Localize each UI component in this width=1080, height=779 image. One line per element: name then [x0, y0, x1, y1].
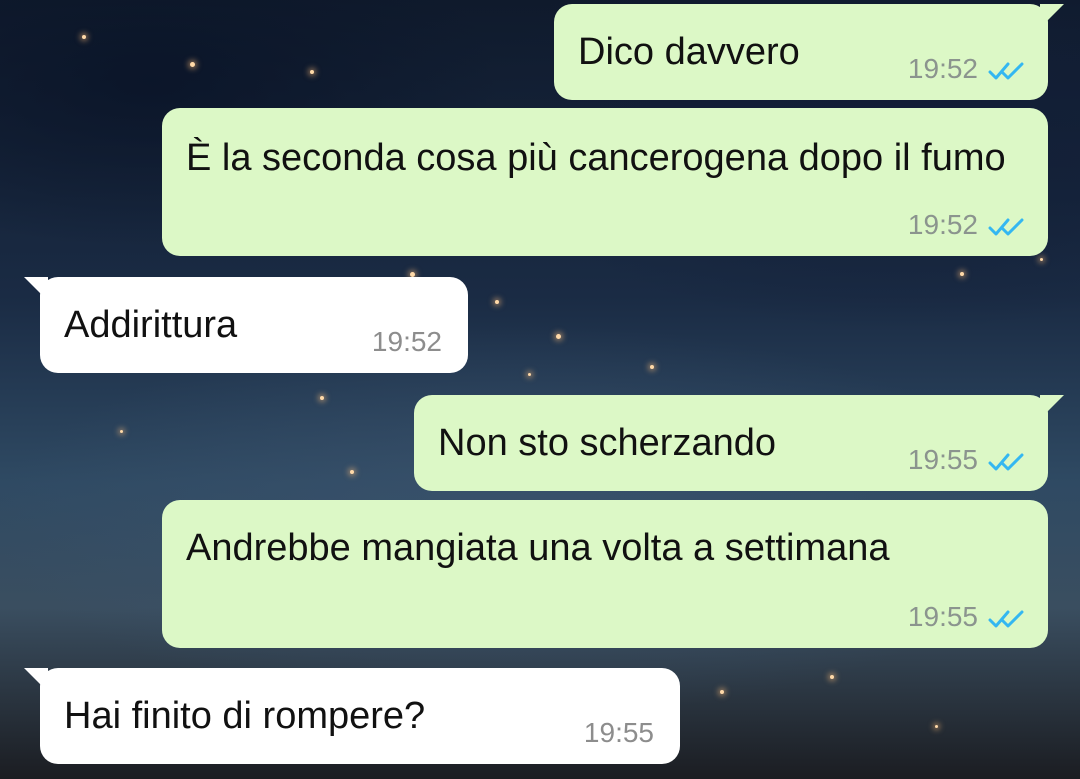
message-text: Dico davvero	[578, 31, 800, 73]
message-bubble-outgoing[interactable]: È la seconda cosa più cancerogena dopo i…	[162, 108, 1048, 256]
double-check-icon	[988, 606, 1026, 628]
message-meta: 19:52	[908, 54, 1026, 84]
chat-thread: Dico davvero 19:52 È la seconda cosa più…	[0, 0, 1080, 779]
message-text: Andrebbe mangiata una volta a settimana	[186, 527, 890, 569]
double-check-icon	[988, 58, 1026, 80]
message-bubble-incoming[interactable]: Addirittura 19:52	[24, 277, 468, 373]
message-time: 19:55	[583, 717, 654, 748]
double-check-icon	[988, 449, 1026, 471]
message-bubble-outgoing[interactable]: Andrebbe mangiata una volta a settimana …	[162, 500, 1048, 648]
message-bubble-outgoing[interactable]: Non sto scherzando 19:55	[414, 395, 1064, 491]
message-time: 19:55	[907, 601, 978, 632]
message-time: 19:52	[371, 326, 442, 357]
message-text: Addirittura	[64, 304, 238, 346]
message-text: Non sto scherzando	[438, 422, 776, 464]
message-time: 19:55	[907, 444, 978, 475]
bubble-tail	[24, 668, 48, 692]
message-meta: 19:55	[584, 718, 654, 748]
message-time: 19:52	[907, 53, 978, 84]
message-text: È la seconda cosa più cancerogena dopo i…	[186, 137, 1006, 179]
message-meta: 19:55	[908, 602, 1026, 632]
message-meta: 19:52	[372, 327, 442, 357]
message-meta: 19:52	[908, 210, 1026, 240]
bubble-tail	[24, 277, 48, 301]
bubble-tail	[1040, 4, 1064, 28]
message-time: 19:52	[907, 209, 978, 240]
bubble-tail	[1040, 395, 1064, 419]
message-bubble-outgoing[interactable]: Dico davvero 19:52	[554, 4, 1064, 100]
message-text: Hai finito di rompere?	[64, 695, 426, 737]
double-check-icon	[988, 214, 1026, 236]
message-meta: 19:55	[908, 445, 1026, 475]
message-bubble-incoming[interactable]: Hai finito di rompere? 19:55	[24, 668, 680, 764]
